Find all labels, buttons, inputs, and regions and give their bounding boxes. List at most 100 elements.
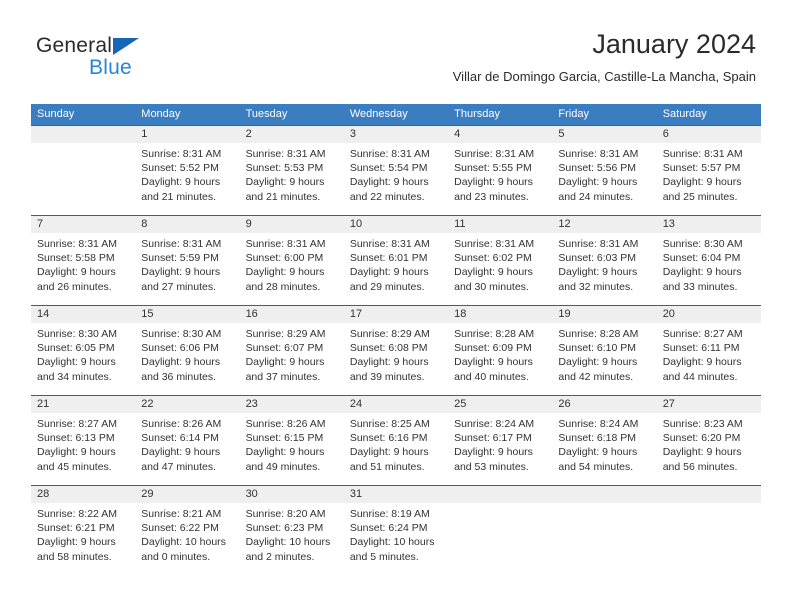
day-number[interactable]: 11 [448, 216, 552, 233]
sunrise-text: Sunrise: 8:21 AM [141, 508, 222, 520]
day-number[interactable]: 7 [31, 216, 135, 233]
logo-text-general: General [36, 34, 113, 57]
day-number[interactable]: 2 [240, 126, 344, 143]
day-number[interactable]: 27 [657, 396, 761, 413]
day-cell: Sunrise: 8:24 AM Sunset: 6:18 PM Dayligh… [552, 413, 656, 485]
day-cell: Sunrise: 8:31 AM Sunset: 6:02 PM Dayligh… [448, 233, 552, 305]
day-number[interactable]: 1 [135, 126, 239, 143]
sunset-text: Sunset: 6:17 PM [454, 432, 532, 445]
page-header: General Blue January 2024 Villar de Domi… [0, 0, 792, 100]
day-number[interactable] [657, 486, 761, 503]
daylight-text-line1: Daylight: 9 hours [454, 266, 533, 279]
daylight-text-line2: and 23 minutes. [454, 190, 529, 203]
sunset-text: Sunset: 5:58 PM [37, 252, 115, 265]
day-number[interactable]: 17 [344, 306, 448, 323]
sunrise-text: Sunrise: 8:26 AM [245, 418, 326, 430]
day-number[interactable]: 15 [135, 306, 239, 323]
day-cell: Sunrise: 8:25 AM Sunset: 6:16 PM Dayligh… [344, 413, 448, 485]
day-cell: Sunrise: 8:31 AM Sunset: 5:55 PM Dayligh… [448, 143, 552, 215]
week-body: Sunrise: 8:31 AM Sunset: 5:52 PM Dayligh… [31, 143, 761, 215]
day-number[interactable]: 23 [240, 396, 344, 413]
weekday-header-friday: Friday [558, 108, 589, 120]
sunrise-text: Sunrise: 8:27 AM [662, 328, 743, 340]
day-cell: Sunrise: 8:31 AM Sunset: 5:59 PM Dayligh… [135, 233, 239, 305]
day-cell: Sunrise: 8:31 AM Sunset: 5:57 PM Dayligh… [657, 143, 761, 215]
day-number[interactable]: 24 [344, 396, 448, 413]
sunset-text: Sunset: 6:05 PM [37, 342, 115, 355]
day-number[interactable]: 3 [344, 126, 448, 143]
day-number[interactable]: 8 [135, 216, 239, 233]
sunset-text: Sunset: 6:10 PM [558, 342, 637, 355]
day-number[interactable]: 4 [448, 126, 552, 143]
day-number[interactable]: 16 [240, 306, 344, 323]
daylight-text-line2: and 33 minutes. [662, 280, 738, 293]
daylight-text-line2: and 37 minutes. [245, 370, 321, 383]
day-cell: Sunrise: 8:30 AM Sunset: 6:04 PM Dayligh… [657, 233, 761, 305]
daylight-text-line1: Daylight: 9 hours [662, 176, 742, 189]
day-number[interactable]: 13 [657, 216, 761, 233]
day-cell: Sunrise: 8:31 AM Sunset: 5:53 PM Dayligh… [240, 143, 344, 215]
day-number[interactable] [552, 486, 656, 503]
day-number[interactable]: 20 [657, 306, 761, 323]
general-blue-logo[interactable]: General Blue [36, 34, 236, 84]
sunrise-text: Sunrise: 8:31 AM [662, 148, 743, 160]
day-cell: Sunrise: 8:21 AM Sunset: 6:22 PM Dayligh… [135, 503, 239, 575]
title-block: January 2024 Villar de Domingo Garcia, C… [453, 28, 756, 85]
sunrise-text: Sunrise: 8:24 AM [454, 418, 535, 430]
daylight-text-line2: and 53 minutes. [454, 460, 529, 473]
week-daynum-band: 1 2 3 4 5 6 [31, 126, 761, 143]
day-cell: Sunrise: 8:23 AM Sunset: 6:20 PM Dayligh… [657, 413, 761, 485]
day-cell: Sunrise: 8:31 AM Sunset: 6:03 PM Dayligh… [552, 233, 656, 305]
day-number[interactable] [31, 126, 135, 143]
sunrise-text: Sunrise: 8:20 AM [245, 508, 326, 520]
day-number[interactable]: 28 [31, 486, 135, 503]
day-number[interactable] [448, 486, 552, 503]
sunrise-text: Sunrise: 8:26 AM [141, 418, 222, 430]
daylight-text-line2: and 27 minutes. [141, 280, 216, 293]
daylight-text-line2: and 5 minutes. [349, 550, 419, 563]
day-number[interactable]: 5 [552, 126, 656, 143]
daylight-text-line1: Daylight: 10 hours [349, 536, 435, 549]
sunrise-text: Sunrise: 8:25 AM [349, 418, 430, 430]
day-cell: Sunrise: 8:28 AM Sunset: 6:10 PM Dayligh… [552, 323, 656, 395]
sunset-text: Sunset: 6:20 PM [662, 432, 741, 445]
day-number[interactable]: 31 [344, 486, 448, 503]
day-number[interactable]: 21 [31, 396, 135, 413]
day-number[interactable]: 29 [135, 486, 239, 503]
sunset-text: Sunset: 6:11 PM [662, 342, 740, 355]
day-number[interactable]: 9 [240, 216, 344, 233]
sunrise-text: Sunrise: 8:31 AM [454, 238, 535, 250]
week-body: Sunrise: 8:27 AM Sunset: 6:13 PM Dayligh… [31, 413, 761, 485]
daylight-text-line2: and 51 minutes. [349, 460, 425, 473]
daylight-text-line2: and 42 minutes. [558, 370, 634, 383]
day-cell: Sunrise: 8:27 AM Sunset: 6:11 PM Dayligh… [657, 323, 761, 395]
day-number[interactable]: 26 [552, 396, 656, 413]
daylight-text-line2: and 54 minutes. [558, 460, 634, 473]
day-number[interactable]: 19 [552, 306, 656, 323]
week-daynum-band: 7 8 9 10 11 12 13 [31, 216, 761, 233]
day-number[interactable]: 30 [240, 486, 344, 503]
day-number[interactable]: 22 [135, 396, 239, 413]
sunrise-text: Sunrise: 8:31 AM [349, 238, 430, 250]
daylight-text-line2: and 21 minutes. [245, 190, 321, 203]
sunset-text: Sunset: 6:08 PM [349, 342, 428, 355]
daylight-text-line1: Daylight: 9 hours [558, 356, 638, 369]
daylight-text-line1: Daylight: 9 hours [37, 536, 116, 549]
daylight-text-line1: Daylight: 9 hours [558, 446, 638, 459]
day-number[interactable]: 25 [448, 396, 552, 413]
daylight-text-line1: Daylight: 9 hours [245, 266, 325, 279]
daylight-text-line1: Daylight: 9 hours [245, 356, 325, 369]
day-number[interactable]: 10 [344, 216, 448, 233]
day-number[interactable]: 14 [31, 306, 135, 323]
day-number[interactable]: 12 [552, 216, 656, 233]
daylight-text-line1: Daylight: 9 hours [454, 356, 533, 369]
sunset-text: Sunset: 6:14 PM [141, 432, 219, 445]
sunset-text: Sunset: 5:59 PM [141, 252, 219, 265]
day-number[interactable]: 18 [448, 306, 552, 323]
daylight-text-line1: Daylight: 9 hours [349, 446, 429, 459]
daylight-text-line2: and 49 minutes. [245, 460, 321, 473]
sunset-text: Sunset: 6:15 PM [245, 432, 324, 445]
day-cell: Sunrise: 8:19 AM Sunset: 6:24 PM Dayligh… [344, 503, 448, 575]
daylight-text-line1: Daylight: 9 hours [245, 176, 325, 189]
day-number[interactable]: 6 [657, 126, 761, 143]
